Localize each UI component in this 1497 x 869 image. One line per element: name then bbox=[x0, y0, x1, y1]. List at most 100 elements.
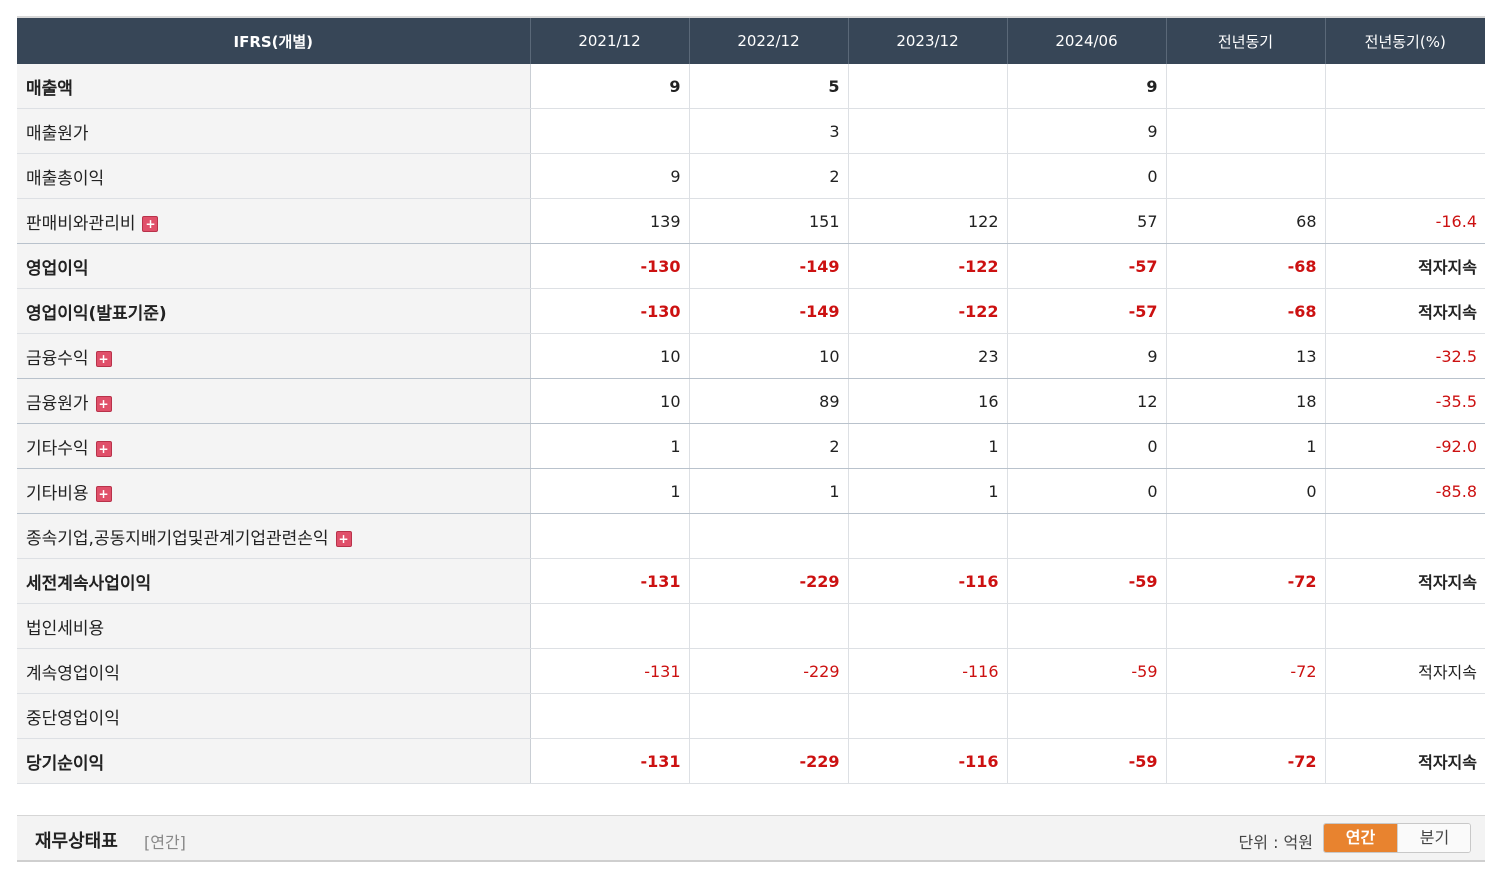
value-cell: -229 bbox=[689, 648, 849, 694]
value-cell: -72 bbox=[1166, 648, 1326, 694]
value-cell: 12 bbox=[1007, 378, 1167, 424]
toggle-quarter-button[interactable]: 분기 bbox=[1397, 824, 1470, 852]
value-cell bbox=[1007, 603, 1167, 649]
value-cell: 5 bbox=[689, 64, 849, 109]
value-cell: 89 bbox=[689, 378, 849, 424]
row-label: 종속기업,공동지배기업및관계기업관련손익 bbox=[26, 528, 329, 549]
expand-plus-icon[interactable]: + bbox=[95, 485, 112, 502]
table-row: 기타수익 +1 2 1 0 1 -92.0 bbox=[17, 423, 1485, 469]
row-label: 판매비와관리비 bbox=[26, 213, 136, 234]
row-label-cell: 영업이익 bbox=[17, 243, 531, 289]
row-label: 매출원가 bbox=[26, 123, 89, 144]
value-cell: -92.0 bbox=[1325, 423, 1485, 469]
row-label-cell: 계속영업이익 bbox=[17, 648, 531, 694]
balance-sheet-section-header: 재무상태표 [연간] 단위 : 억원 연간 분기 bbox=[17, 815, 1485, 862]
row-label: 매출총이익 bbox=[26, 168, 105, 189]
value-cell: 9 bbox=[1007, 108, 1167, 154]
value-cell: 9 bbox=[530, 64, 690, 109]
value-cell: -85.8 bbox=[1325, 468, 1485, 514]
value-cell: -229 bbox=[689, 738, 849, 784]
income-statement-table: IFRS(개별) 2021/12 2022/12 2023/12 2024/06… bbox=[17, 18, 1485, 784]
table-row: 매출총이익 9 2 0 bbox=[17, 153, 1485, 199]
value-cell bbox=[1325, 513, 1485, 559]
header-ifrs: IFRS(개별) bbox=[17, 18, 531, 64]
value-cell bbox=[530, 603, 690, 649]
value-cell: -59 bbox=[1007, 738, 1167, 784]
row-label: 기타비용 bbox=[26, 483, 89, 504]
value-cell: -149 bbox=[689, 288, 849, 334]
value-cell: 적자지속 bbox=[1325, 648, 1485, 694]
row-label-cell: 기타비용 + bbox=[17, 468, 531, 514]
value-cell: -57 bbox=[1007, 243, 1167, 289]
toggle-annual-button[interactable]: 연간 bbox=[1324, 824, 1397, 852]
value-cell: -59 bbox=[1007, 648, 1167, 694]
value-cell: 1 bbox=[689, 468, 849, 514]
value-cell bbox=[1166, 513, 1326, 559]
section-title: 재무상태표 bbox=[35, 831, 118, 852]
value-cell bbox=[848, 513, 1008, 559]
table-row: 계속영업이익 -131 -229 -116 -59 -72 적자지속 bbox=[17, 648, 1485, 694]
value-cell bbox=[1325, 108, 1485, 154]
row-label-cell: 매출원가 bbox=[17, 108, 531, 154]
value-cell: -72 bbox=[1166, 738, 1326, 784]
period-toggle: 연간 분기 bbox=[1323, 823, 1471, 853]
table-row: 당기순이익 -131 -229 -116 -59 -72 적자지속 bbox=[17, 738, 1485, 784]
value-cell: 3 bbox=[689, 108, 849, 154]
value-cell: -131 bbox=[530, 558, 690, 604]
value-cell: 1 bbox=[1166, 423, 1326, 469]
value-cell: -229 bbox=[689, 558, 849, 604]
row-label: 영업이익 bbox=[26, 258, 89, 279]
table-row: 종속기업,공동지배기업및관계기업관련손익 + bbox=[17, 513, 1485, 559]
table-row: 법인세비용 bbox=[17, 603, 1485, 649]
row-label-cell: 매출총이익 bbox=[17, 153, 531, 199]
value-cell bbox=[848, 693, 1008, 739]
row-label: 기타수익 bbox=[26, 438, 89, 459]
value-cell bbox=[530, 693, 690, 739]
value-cell bbox=[689, 603, 849, 649]
value-cell bbox=[1007, 693, 1167, 739]
row-label-cell: 기타수익 + bbox=[17, 423, 531, 469]
value-cell: -149 bbox=[689, 243, 849, 289]
value-cell: 9 bbox=[1007, 333, 1167, 379]
value-cell: 9 bbox=[1007, 64, 1167, 109]
value-cell: 0 bbox=[1166, 468, 1326, 514]
value-cell: -122 bbox=[848, 243, 1008, 289]
value-cell: -72 bbox=[1166, 558, 1326, 604]
value-cell: 10 bbox=[530, 378, 690, 424]
expand-plus-icon[interactable]: + bbox=[95, 440, 112, 457]
table-row: 중단영업이익 bbox=[17, 693, 1485, 739]
expand-plus-icon[interactable]: + bbox=[335, 530, 352, 547]
value-cell: 0 bbox=[1007, 153, 1167, 199]
value-cell bbox=[1325, 153, 1485, 199]
value-cell: 0 bbox=[1007, 468, 1167, 514]
value-cell: 139 bbox=[530, 198, 690, 244]
row-label-cell: 중단영업이익 bbox=[17, 693, 531, 739]
value-cell: -116 bbox=[848, 738, 1008, 784]
value-cell: -130 bbox=[530, 288, 690, 334]
value-cell bbox=[1166, 693, 1326, 739]
expand-plus-icon[interactable]: + bbox=[95, 350, 112, 367]
row-label-cell: 세전계속사업이익 bbox=[17, 558, 531, 604]
row-label-cell: 당기순이익 bbox=[17, 738, 531, 784]
table-row: 매출원가 3 9 bbox=[17, 108, 1485, 154]
value-cell: 13 bbox=[1166, 333, 1326, 379]
row-label: 당기순이익 bbox=[26, 753, 105, 774]
expand-plus-icon[interactable]: + bbox=[142, 215, 159, 232]
value-cell bbox=[848, 603, 1008, 649]
table-header-row: IFRS(개별) 2021/12 2022/12 2023/12 2024/06… bbox=[17, 18, 1485, 64]
value-cell: 57 bbox=[1007, 198, 1167, 244]
value-cell: 1 bbox=[530, 423, 690, 469]
expand-plus-icon[interactable]: + bbox=[95, 395, 112, 412]
row-label-cell: 금융수익 + bbox=[17, 333, 531, 379]
value-cell: 10 bbox=[530, 333, 690, 379]
value-cell: 2 bbox=[689, 153, 849, 199]
value-cell bbox=[1325, 603, 1485, 649]
table-row: 판매비와관리비 +139 151 122 57 68 -16.4 bbox=[17, 198, 1485, 244]
value-cell: 적자지속 bbox=[1325, 738, 1485, 784]
value-cell: 68 bbox=[1166, 198, 1326, 244]
value-cell bbox=[689, 513, 849, 559]
table-row: 영업이익(발표기준) -130 -149 -122 -57 -68 적자지속 bbox=[17, 288, 1485, 334]
value-cell: -68 bbox=[1166, 243, 1326, 289]
table-row: 금융수익 +10 10 23 9 13 -32.5 bbox=[17, 333, 1485, 379]
row-label: 금융원가 bbox=[26, 393, 89, 414]
